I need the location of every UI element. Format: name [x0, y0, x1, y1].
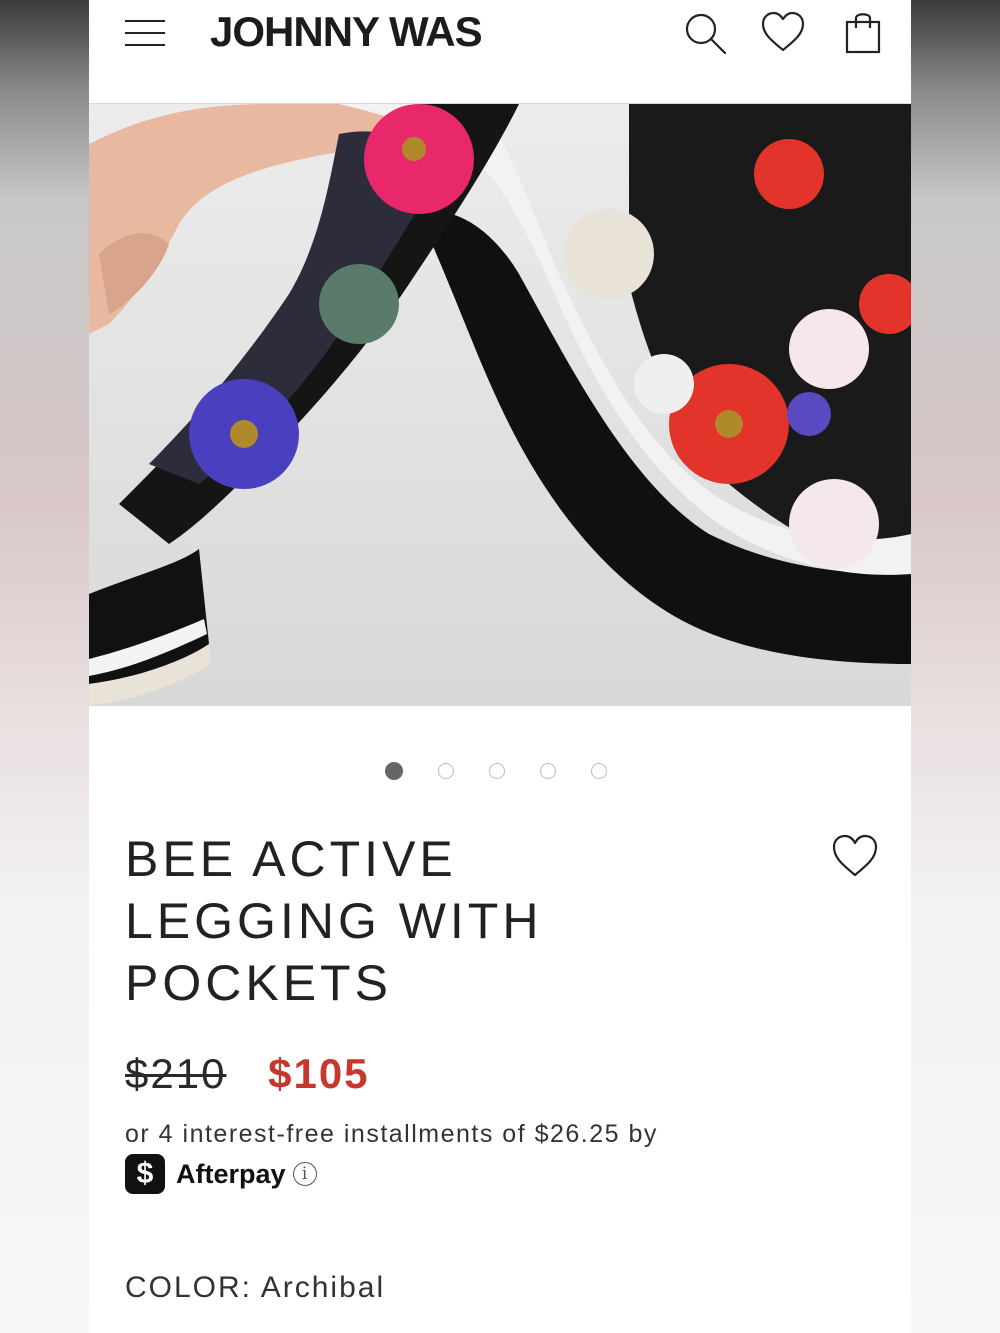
- gallery-dot[interactable]: [438, 763, 454, 779]
- product-page: JOHNNY WAS BEE ACTIVE LEGGING WITH POCKE…: [89, 0, 911, 1333]
- site-header: JOHNNY WAS: [89, 0, 911, 104]
- gallery-dot[interactable]: [591, 763, 607, 779]
- info-icon[interactable]: i: [292, 1162, 317, 1186]
- color-label: COLOR:: [125, 1271, 253, 1304]
- product-title: BEE ACTIVE LEGGING WITH POCKETS: [125, 831, 543, 1011]
- sale-price: $105: [268, 1050, 370, 1097]
- gallery-dot[interactable]: [489, 763, 505, 779]
- color-selector-label: COLOR: Archibal: [125, 1271, 385, 1305]
- shopping-bag-icon[interactable]: [841, 10, 887, 56]
- search-icon[interactable]: [682, 10, 728, 56]
- brand-logo[interactable]: JOHNNY WAS: [210, 8, 483, 56]
- afterpay-label: Afterpay: [176, 1158, 286, 1189]
- gallery-dot[interactable]: [385, 762, 403, 780]
- installments-text: or 4 interest-free installments of $26.2…: [125, 1120, 658, 1148]
- add-to-wishlist-heart-icon[interactable]: [831, 833, 879, 881]
- color-value: Archibal: [260, 1271, 386, 1304]
- original-price: $210: [125, 1050, 227, 1097]
- gallery-dot[interactable]: [540, 763, 556, 779]
- gallery-pagination: [385, 762, 607, 781]
- afterpay-logo-icon: $: [125, 1154, 165, 1194]
- price-block: $210 $105: [125, 1050, 370, 1098]
- product-image[interactable]: [89, 104, 911, 706]
- afterpay-badge: $ Afterpay i: [125, 1154, 317, 1194]
- menu-icon[interactable]: [123, 18, 167, 48]
- heart-icon[interactable]: [760, 10, 806, 56]
